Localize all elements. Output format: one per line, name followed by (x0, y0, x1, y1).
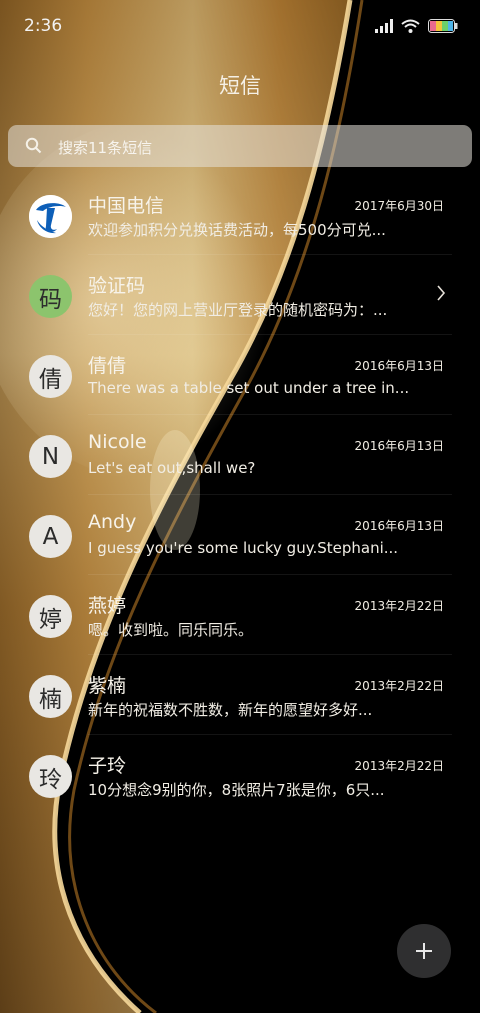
avatar: 婷 (29, 595, 72, 638)
conversation-item[interactable]: 玲 子玲 2013年2月22日 10分想念9别的你，8张照片7张是你，6只... (0, 735, 480, 815)
contact-name: 倩倩 (88, 355, 127, 377)
avatar: N (29, 435, 72, 478)
conversation-item[interactable]: 楠 紫楠 2013年2月22日 新年的祝福数不胜数，新年的愿望好多好... (0, 655, 480, 735)
avatar: 倩 (29, 355, 72, 398)
message-date: 2016年6月13日 (354, 359, 444, 373)
conversation-item[interactable]: 婷 燕婷 2013年2月22日 嗯。收到啦。同乐同乐。 (0, 575, 480, 655)
conversation-item[interactable]: 中国电信 2017年6月30日 欢迎参加积分兑换话费活动，每500分可兑... (0, 175, 480, 255)
search-icon (25, 137, 42, 154)
conversation-item[interactable]: 码 验证码 您好！您的网上营业厅登录的随机密码为：... (0, 255, 480, 335)
plus-icon (416, 943, 432, 959)
message-date: 2013年2月22日 (354, 599, 444, 613)
message-date: 2016年6月13日 (354, 439, 444, 453)
message-preview: There was a table set out under a tree i… (88, 379, 408, 397)
new-message-button[interactable] (397, 924, 451, 978)
avatar (29, 195, 72, 238)
message-preview: Let's eat out,shall we? (88, 459, 256, 477)
message-date: 2013年2月22日 (354, 679, 444, 693)
page-title: 短信 (219, 74, 261, 98)
chevron-right-icon (437, 285, 446, 301)
conversation-item[interactable]: N Nicole 2016年6月13日 Let's eat out,shall … (0, 415, 480, 495)
message-preview: 嗯。收到啦。同乐同乐。 (88, 621, 254, 639)
search-bar[interactable]: 搜索11条短信 (8, 125, 472, 167)
avatar: 玲 (29, 755, 72, 798)
contact-name: Andy (88, 511, 137, 533)
status-time: 2:36 (24, 16, 63, 36)
message-date: 2013年2月22日 (354, 759, 444, 773)
contact-name: 验证码 (88, 275, 146, 297)
conversation-item[interactable]: 倩 倩倩 2016年6月13日 There was a table set ou… (0, 335, 480, 415)
message-preview: 您好！您的网上营业厅登录的随机密码为：... (88, 301, 388, 319)
status-bar: 2:36 (0, 0, 480, 52)
contact-name: 中国电信 (88, 195, 165, 217)
message-preview: 新年的祝福数不胜数，新年的愿望好多好... (88, 701, 373, 719)
china-telecom-logo-icon (29, 195, 72, 238)
message-date: 2016年6月13日 (354, 519, 444, 533)
avatar: 码 (29, 275, 72, 318)
battery-icon (428, 19, 458, 33)
contact-name: 子玲 (88, 755, 127, 777)
conversation-list: 中国电信 2017年6月30日 欢迎参加积分兑换话费活动，每500分可兑... … (0, 175, 480, 815)
avatar: A (29, 515, 72, 558)
signal-icon (375, 19, 393, 33)
contact-name: 燕婷 (88, 595, 127, 617)
message-date: 2017年6月30日 (354, 199, 444, 213)
contact-name: Nicole (88, 431, 147, 453)
status-icons (375, 16, 458, 36)
conversation-item[interactable]: A Andy 2016年6月13日 I guess you're some lu… (0, 495, 480, 575)
contact-name: 紫楠 (88, 675, 127, 697)
message-preview: I guess you're some lucky guy.Stephani..… (88, 539, 399, 557)
avatar: 楠 (29, 675, 72, 718)
message-preview: 10分想念9别的你，8张照片7张是你，6只... (88, 781, 385, 799)
wifi-icon (401, 19, 420, 33)
message-preview: 欢迎参加积分兑换话费活动，每500分可兑... (88, 221, 386, 239)
search-placeholder: 搜索11条短信 (58, 139, 153, 157)
